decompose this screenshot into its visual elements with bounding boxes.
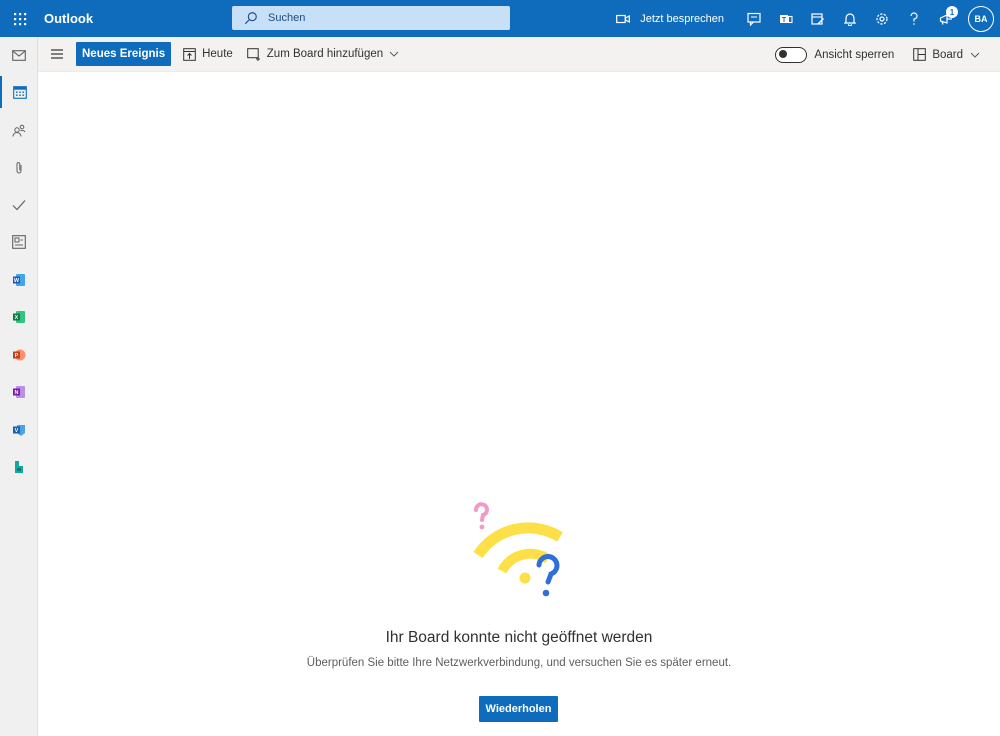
svg-text:N: N [15,390,19,396]
people-icon [12,124,26,137]
svg-text:T: T [782,17,787,24]
board-view-button[interactable]: Board [913,48,980,61]
new-event-button[interactable]: Neues Ereignis [76,42,172,66]
settings-button[interactable] [866,0,898,37]
teams-button[interactable]: T [770,0,802,37]
calendar-icon [13,85,27,99]
rail-item-bookings[interactable] [0,451,38,483]
chat-icon [747,12,761,26]
today-label: Heute [202,48,233,60]
top-bar: Outlook Suchen Jetzt besprechen T 1 BA [0,0,1000,37]
rail-item-todo[interactable] [0,189,38,221]
chat-button[interactable] [738,0,770,37]
todo-icon [12,200,26,211]
rail-item-viva[interactable]: V [0,414,38,446]
board-view-label: Board [932,48,963,61]
teams-icon: T [780,14,793,24]
avatar[interactable]: BA [968,5,994,32]
error-message: Überprüfen Sie bitte Ihre Netzwerkverbin… [306,657,732,669]
svg-text:V: V [15,428,19,434]
app-title[interactable]: Outlook [44,11,231,26]
board-icon [12,235,26,249]
attachment-icon [16,162,22,174]
add-to-board-button[interactable]: Zum Board hinzufügen [246,47,399,61]
hamburger-icon [51,49,63,59]
chevron-down-icon [970,52,980,58]
meet-now-button[interactable]: Jetzt besprechen [616,13,724,25]
lock-view-label: Ansicht sperren [814,48,895,61]
search-box[interactable]: Suchen [232,6,510,30]
rail-item-calendar[interactable] [0,76,38,108]
rail-item-files[interactable] [0,152,38,184]
rail-item-excel[interactable]: X [0,301,38,333]
today-button[interactable]: Heute [183,47,233,61]
lock-view-toggle[interactable] [775,46,808,63]
board-layout-icon [913,48,927,61]
svg-text:X: X [15,315,19,321]
word-icon: W [13,274,25,286]
blue-question-mark [536,554,560,585]
rail-item-word[interactable]: W [0,264,38,296]
toggle-knob [779,50,788,58]
board-content: Ihr Board konnte nicht geöffnet werden Ü… [38,72,1000,736]
mail-icon [12,49,26,61]
svg-text:W: W [14,278,20,284]
onenote-icon: N [13,386,25,398]
error-title: Ihr Board konnte nicht geöffnet werden [385,629,653,646]
rail-item-people[interactable] [0,114,38,146]
whats-new-button[interactable]: 1 [930,0,962,37]
command-bar: Neues Ereignis Heute Zum Board hinzufüge… [38,37,1000,72]
add-to-board-label: Zum Board hinzufügen [266,48,384,60]
excel-icon: X [13,311,25,323]
notification-badge: 1 [946,6,958,18]
help-button[interactable] [898,0,930,37]
app-launcher-button[interactable] [0,0,40,37]
bell-icon [844,12,856,26]
retry-button[interactable]: Wiederholen [479,696,558,722]
search-placeholder: Suchen [268,12,306,24]
waffle-icon [14,12,27,25]
rail-item-mail[interactable] [0,39,38,71]
wifi-dot [519,572,531,584]
pink-question-dot [479,524,485,530]
calendar-today-icon [183,47,196,61]
nav-toggle-button[interactable] [38,37,76,72]
meet-now-label: Jetzt besprechen [640,12,724,25]
video-camera-icon [616,14,631,23]
rail-item-powerpoint[interactable]: P [0,339,38,371]
bookings-icon [15,461,23,473]
chevron-down-icon [389,51,399,57]
my-day-icon [811,12,824,25]
add-to-board-icon [246,47,260,61]
question-mark-icon [910,11,918,25]
gear-icon [876,12,888,25]
powerpoint-icon: P [13,349,26,361]
pink-question-mark [474,502,489,522]
svg-text:P: P [15,353,19,359]
rail-item-onenote[interactable]: N [0,376,38,408]
search-icon [244,12,257,25]
blue-question-dot [542,589,550,597]
rail-item-board[interactable] [0,226,38,258]
viva-icon: V [13,425,25,436]
notifications-button[interactable] [834,0,866,37]
no-connection-illustration [473,502,563,597]
app-rail: W X P N V [0,37,38,736]
my-day-button[interactable] [802,0,834,37]
